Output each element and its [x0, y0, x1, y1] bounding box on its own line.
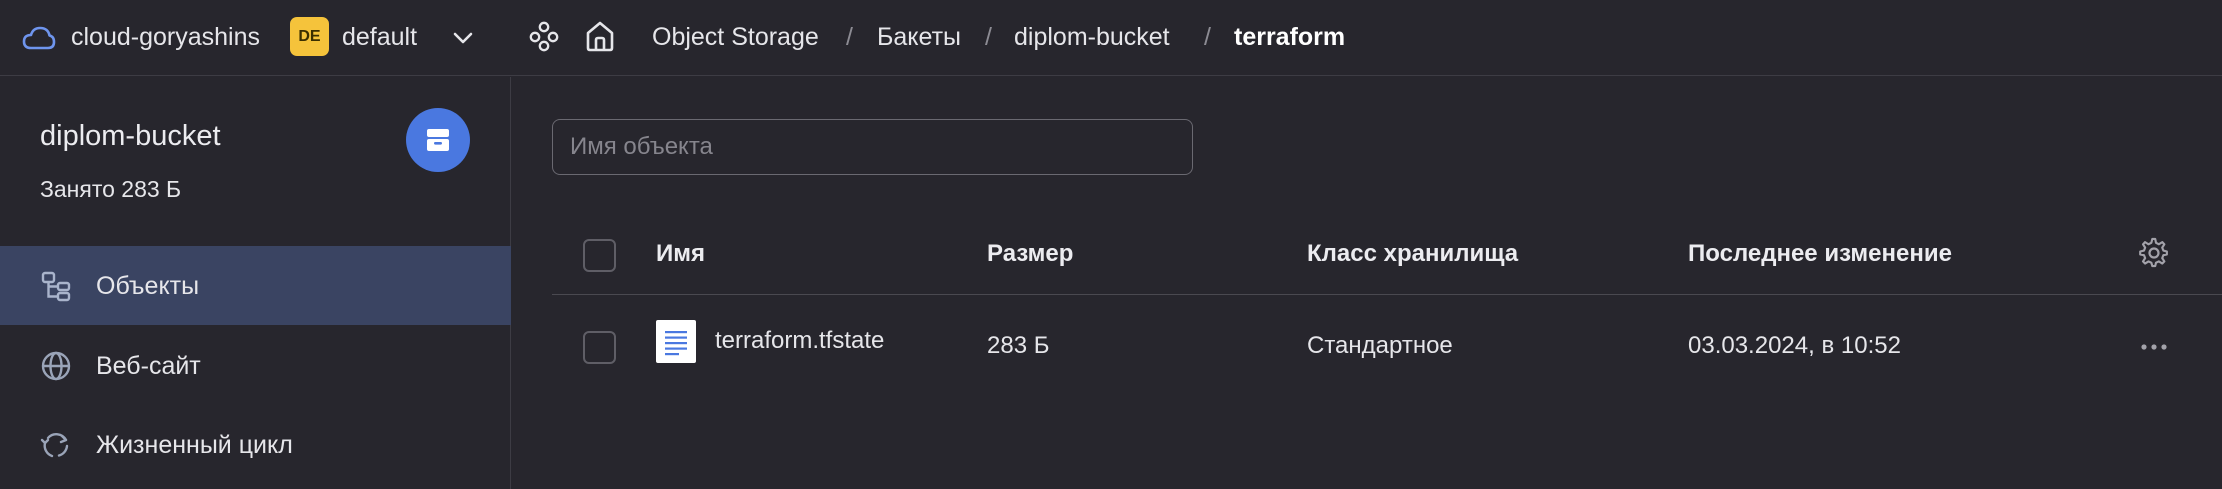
breadcrumb-separator: /	[846, 23, 853, 51]
more-actions-icon[interactable]	[2138, 332, 2170, 362]
sidebar-item-objects[interactable]: Объекты	[0, 246, 511, 325]
column-header-size[interactable]: Размер	[987, 239, 1073, 269]
file-icon	[656, 320, 696, 363]
sidebar-item-lifecycle[interactable]: Жизненный цикл	[0, 405, 511, 484]
globe-icon	[41, 351, 71, 381]
bucket-usage: Занято 283 Б	[40, 176, 182, 202]
bucket-avatar	[406, 108, 470, 172]
storage-box-icon	[427, 129, 449, 151]
breadcrumb-buckets[interactable]: Бакеты	[877, 22, 961, 52]
chevron-down-icon[interactable]	[450, 25, 476, 51]
column-header-storage-class[interactable]: Класс хранилища	[1307, 239, 1518, 269]
folder-badge[interactable]: DE	[290, 17, 329, 56]
table-header-divider	[552, 294, 2222, 295]
home-icon[interactable]	[584, 19, 616, 53]
breadcrumb-current: terraform	[1234, 23, 1346, 51]
folder-name[interactable]: default	[342, 22, 417, 52]
row-size: 283 Б	[987, 332, 1050, 359]
sidebar-item-label: Жизненный цикл	[96, 431, 293, 459]
row-storage-class: Стандартное	[1307, 332, 1453, 359]
breadcrumb-separator: /	[1204, 23, 1211, 51]
main-content: Имя Размер Класс хранилища Последнее изм…	[512, 77, 2222, 489]
object-name-search-input[interactable]	[552, 119, 1193, 175]
cloud-icon[interactable]	[22, 23, 56, 53]
cloud-name[interactable]: cloud-goryashins	[71, 22, 260, 52]
objects-icon	[41, 271, 71, 302]
column-header-modified[interactable]: Последнее изменение	[1688, 239, 1952, 269]
sidebar: diplom-bucket Занято 283 Б Объекты Веб-с…	[0, 77, 511, 489]
breadcrumb-separator: /	[985, 23, 992, 51]
gear-icon[interactable]	[2138, 237, 2170, 269]
sidebar-item-label: Веб-сайт	[96, 352, 201, 380]
row-checkbox[interactable]	[583, 331, 616, 364]
breadcrumb-object-storage[interactable]: Object Storage	[652, 22, 819, 52]
sidebar-item-website[interactable]: Веб-сайт	[0, 326, 511, 405]
lifecycle-icon	[40, 433, 69, 458]
breadcrumb-bucket[interactable]: diplom-bucket	[1014, 22, 1170, 52]
bucket-name: diplom-bucket	[40, 120, 221, 152]
row-object-name[interactable]: terraform.tfstate	[715, 326, 884, 356]
sidebar-item-label: Объекты	[96, 272, 200, 300]
column-header-name[interactable]: Имя	[656, 239, 705, 269]
select-all-checkbox[interactable]	[583, 239, 616, 272]
top-bar: cloud-goryashins DE default Object Stora…	[0, 0, 2222, 76]
services-icon[interactable]	[528, 20, 560, 52]
row-modified: 03.03.2024, в 10:52	[1688, 332, 1901, 359]
